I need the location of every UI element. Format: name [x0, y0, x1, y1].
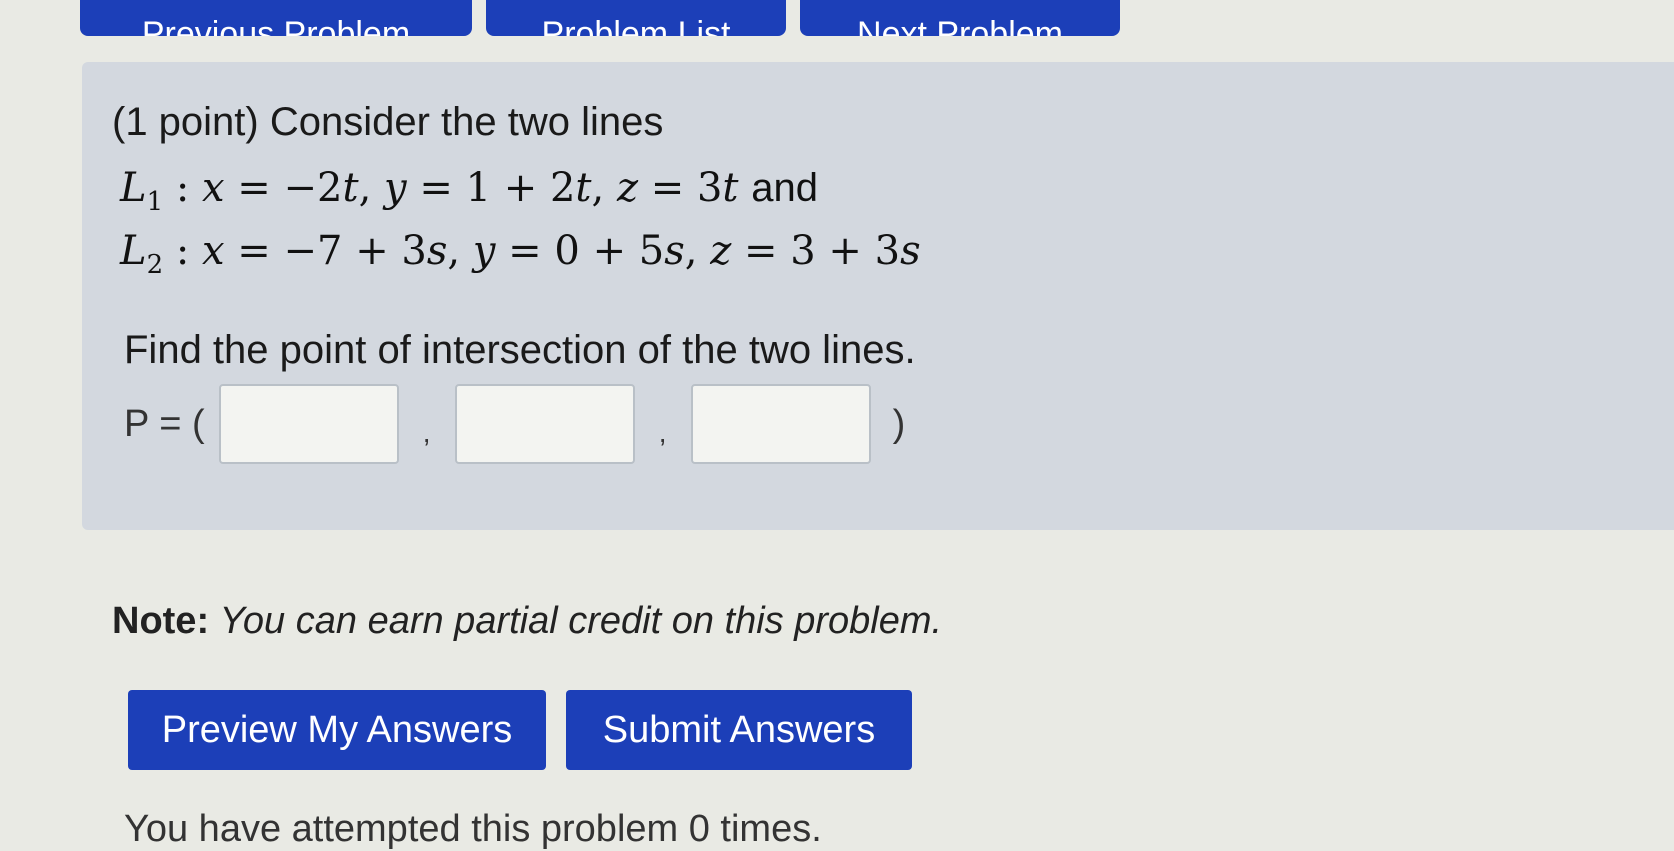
answer-row: P = ( , , ): [124, 380, 905, 468]
answer-separator: ,: [422, 417, 431, 448]
note-label: Note:: [112, 600, 210, 642]
problem-intro: (1 point) Consider the two lines: [112, 100, 664, 144]
question-text: Find the point of intersection of the tw…: [124, 328, 916, 372]
previous-problem-button[interactable]: Previous Problem: [80, 0, 472, 36]
next-problem-label: Next Problem: [857, 15, 1063, 36]
answer-y-input[interactable]: [454, 384, 635, 464]
partial-credit-note: Note: You can earn partial credit on thi…: [112, 600, 942, 643]
problem-list-button[interactable]: Problem List: [486, 0, 786, 36]
previous-problem-label: Previous Problem: [141, 15, 411, 36]
answer-suffix: ): [892, 402, 906, 445]
and-word: and: [751, 166, 818, 210]
answer-x-input[interactable]: [218, 384, 399, 464]
problem-list-label: Problem List: [541, 15, 731, 36]
preview-answers-button[interactable]: Preview My Answers: [128, 690, 546, 770]
answer-prefix: P = (: [124, 402, 205, 445]
line-1-equation: L1 : x = −2t, y = 1 + 2t, z = 3t and: [120, 165, 818, 217]
next-problem-button[interactable]: Next Problem: [800, 0, 1120, 36]
line-2-equation: L2 : x = −7 + 3s, y = 0 + 5s, z = 3 + 3s: [120, 228, 921, 280]
answer-z-input[interactable]: [690, 384, 871, 464]
note-text: You can earn partial credit on this prob…: [219, 600, 943, 642]
answer-separator: ,: [658, 417, 667, 448]
attempts-status: You have attempted this problem 0 times.: [124, 808, 822, 850]
submit-answers-button[interactable]: Submit Answers: [566, 690, 912, 770]
